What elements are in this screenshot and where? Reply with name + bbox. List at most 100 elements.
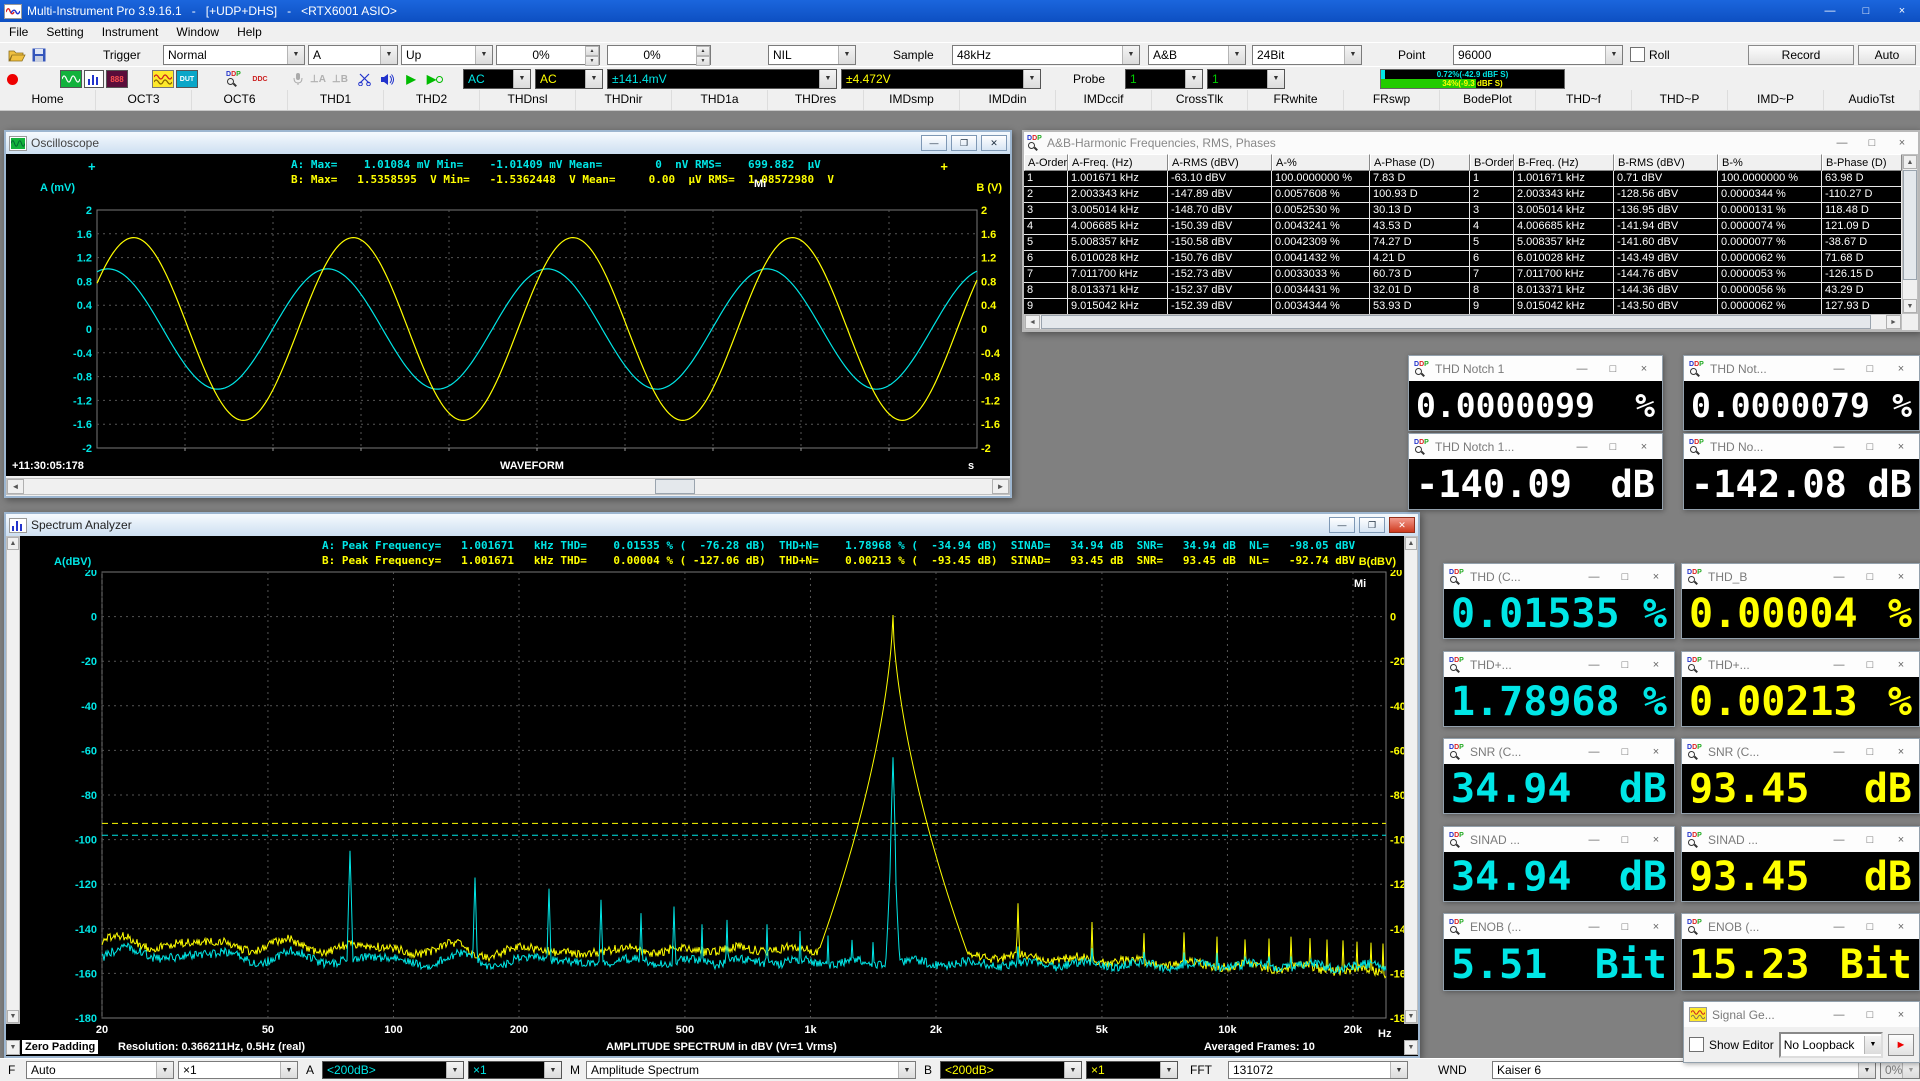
close-button[interactable]: ×	[1643, 571, 1669, 583]
coupling-b-select[interactable]: AC▼	[535, 69, 603, 89]
spin-down-icon[interactable]: ▼	[585, 56, 599, 66]
device-under-test-icon[interactable]: DUT	[176, 70, 198, 88]
maximize-button[interactable]: □	[1612, 746, 1638, 758]
ddp-panel-sinad-[interactable]: DDPSINAD ...—□×93.45dB	[1681, 826, 1920, 902]
chevron-down-icon[interactable]: ▼	[1267, 70, 1284, 88]
menu-instrument[interactable]: Instrument	[93, 22, 168, 42]
close-button[interactable]: ×	[1888, 1009, 1914, 1021]
table-row[interactable]: 22.003343 kHz-147.89 dBV0.0057608 %100.9…	[1024, 187, 1902, 203]
maximize-button[interactable]: □	[1612, 834, 1638, 846]
right-vertical-scrollbar[interactable]: ▲ ▼	[1404, 536, 1418, 1024]
chevron-down-icon[interactable]: ▼	[287, 46, 304, 64]
chevron-down-icon[interactable]: ▼	[1160, 1062, 1177, 1078]
scroll-down-icon[interactable]: ▼	[7, 1010, 19, 1023]
panel-titlebar[interactable]: DDPSINAD ...—□×	[1682, 827, 1919, 852]
speaker-icon[interactable]	[376, 70, 398, 88]
column-header[interactable]: A-Order	[1024, 154, 1068, 171]
scroll-thumb[interactable]	[1041, 315, 1871, 329]
chevron-down-icon[interactable]: ▼	[1390, 1062, 1407, 1078]
record-icon[interactable]	[4, 70, 20, 88]
maximize-button[interactable]: □	[1857, 571, 1883, 583]
chevron-down-icon[interactable]: ▼	[280, 1062, 297, 1078]
trigger-mode-select[interactable]: Normal▼	[163, 45, 305, 65]
menu-setting[interactable]: Setting	[37, 22, 92, 42]
close-button[interactable]: ×	[1643, 659, 1669, 671]
minimize-button[interactable]: —	[1581, 746, 1607, 758]
spectrum-chart[interactable]: 20501002005001k2k5k10k20k202000-20-20-40…	[20, 570, 1404, 1040]
menu-help[interactable]: Help	[228, 22, 271, 42]
maximize-button[interactable]: □	[1612, 659, 1638, 671]
chevron-down-icon[interactable]: ▼	[1122, 46, 1139, 64]
maximize-button[interactable]: □	[1857, 441, 1883, 453]
tab-imd~p[interactable]: IMD~P	[1728, 90, 1824, 110]
tab-thd~f[interactable]: THD~f	[1536, 90, 1632, 110]
tab-oct3[interactable]: OCT3	[96, 90, 192, 110]
table-row[interactable]: 88.013371 kHz-152.37 dBV0.0034431 %32.01…	[1024, 283, 1902, 299]
oscilloscope-plot-area[interactable]: A: Max= 1.01084 mV Min= -1.01409 mV Mean…	[6, 154, 1010, 476]
ddp-panel-thd-[interactable]: DDPTHD+...—□×0.00213%	[1681, 651, 1920, 727]
signal-generator-titlebar[interactable]: Signal Ge... — □ ×	[1684, 1002, 1919, 1027]
ddp-panel-sinad-[interactable]: DDPSINAD ...—□×34.94dB	[1443, 826, 1675, 902]
tab-frwhite[interactable]: FRwhite	[1248, 90, 1344, 110]
harmonics-titlebar[interactable]: DDP A&B-Harmonic Frequencies, RMS, Phase…	[1024, 132, 1918, 154]
checkbox-icon[interactable]	[1630, 47, 1645, 62]
tab-thd2[interactable]: THD2	[384, 90, 480, 110]
chevron-down-icon[interactable]: ▼	[838, 46, 855, 64]
maximize-button[interactable]: □	[1600, 363, 1626, 375]
column-header[interactable]: A-Freq. (Hz)	[1068, 154, 1168, 171]
probe-b-select[interactable]: 1▼	[1207, 69, 1285, 89]
open-file-icon[interactable]	[6, 46, 28, 64]
tab-crosstlk[interactable]: CrossTlk	[1152, 90, 1248, 110]
panel-titlebar[interactable]: DDPSINAD ...—□×	[1444, 827, 1674, 852]
scroll-right-icon[interactable]: ►	[1886, 315, 1901, 329]
chevron-down-icon[interactable]: ▼	[1858, 1062, 1875, 1078]
table-row[interactable]: 77.011700 kHz-152.73 dBV0.0033033 %60.73…	[1024, 267, 1902, 283]
chevron-down-icon[interactable]: ▼	[1228, 46, 1245, 64]
play-record-icon[interactable]: ▶	[424, 70, 446, 88]
minimize-button[interactable]: —	[1829, 137, 1855, 149]
trigger-marker-b[interactable]: +	[940, 162, 948, 172]
tab-oct6[interactable]: OCT6	[192, 90, 288, 110]
minimize-button[interactable]: —	[1826, 363, 1852, 375]
scroll-up-icon[interactable]: ▲	[1903, 155, 1917, 169]
spin-up-icon[interactable]: ▲	[585, 46, 599, 56]
menu-file[interactable]: File	[0, 22, 37, 42]
tab-audiotst[interactable]: AudioTst	[1824, 90, 1920, 110]
scroll-left-icon[interactable]: ◄	[1025, 315, 1040, 329]
close-button[interactable]: ×	[1888, 834, 1914, 846]
column-header[interactable]: B-RMS (dBV)	[1614, 154, 1718, 171]
restore-button[interactable]: ❐	[951, 135, 977, 151]
tab-thd~p[interactable]: THD~P	[1632, 90, 1728, 110]
ddp-panel-snr-c-[interactable]: DDPSNR (C...—□×34.94dB	[1443, 738, 1675, 814]
ddp-panel-thd-c-[interactable]: DDPTHD (C...—□×0.01535%	[1443, 563, 1675, 639]
coupling-a-select[interactable]: AC▼	[463, 69, 531, 89]
column-header[interactable]: A-Phase (D)	[1370, 154, 1470, 171]
maximize-button[interactable]: □	[1612, 921, 1638, 933]
chevron-down-icon[interactable]: ▼	[156, 1062, 173, 1078]
dropdown-icon[interactable]: ▼	[1404, 1040, 1418, 1055]
column-header[interactable]: B-%	[1718, 154, 1822, 171]
window-function-select[interactable]: Kaiser 6▼	[1492, 1061, 1876, 1079]
close-button[interactable]: ×	[1643, 921, 1669, 933]
close-button[interactable]: ×	[1888, 659, 1914, 671]
close-button[interactable]: ×	[1643, 834, 1669, 846]
points-select[interactable]: 96000▼	[1453, 45, 1623, 65]
panel-titlebar[interactable]: DDPTHD+...—□×	[1444, 652, 1674, 677]
column-header[interactable]: B-Order	[1470, 154, 1514, 171]
play-icon[interactable]: ▶	[402, 70, 420, 88]
column-header[interactable]: A-%	[1272, 154, 1370, 171]
chevron-down-icon[interactable]: ▼	[513, 70, 530, 88]
minimize-button[interactable]: —	[1581, 921, 1607, 933]
chevron-down-icon[interactable]: ▼	[1864, 1036, 1881, 1054]
minimize-button[interactable]: —	[1826, 571, 1852, 583]
ddp-panel-thd-[interactable]: DDPTHD+...—□×1.78968%	[1443, 651, 1675, 727]
spin-down-icon[interactable]: ▼	[696, 56, 710, 66]
ddp-panel-thd-notch-1[interactable]: DDPTHD Notch 1—□×0.0000099%	[1408, 355, 1663, 431]
chevron-down-icon[interactable]: ▼	[544, 1062, 561, 1078]
minimize-button[interactable]: —	[1581, 659, 1607, 671]
horizontal-scrollbar[interactable]: ◄ ►	[6, 478, 1010, 495]
minimize-button[interactable]: —	[1826, 746, 1852, 758]
scroll-down-icon[interactable]: ▼	[1903, 299, 1917, 313]
panel-titlebar[interactable]: DDPTHD+...—□×	[1682, 652, 1919, 677]
scroll-up-icon[interactable]: ▲	[1405, 537, 1417, 550]
